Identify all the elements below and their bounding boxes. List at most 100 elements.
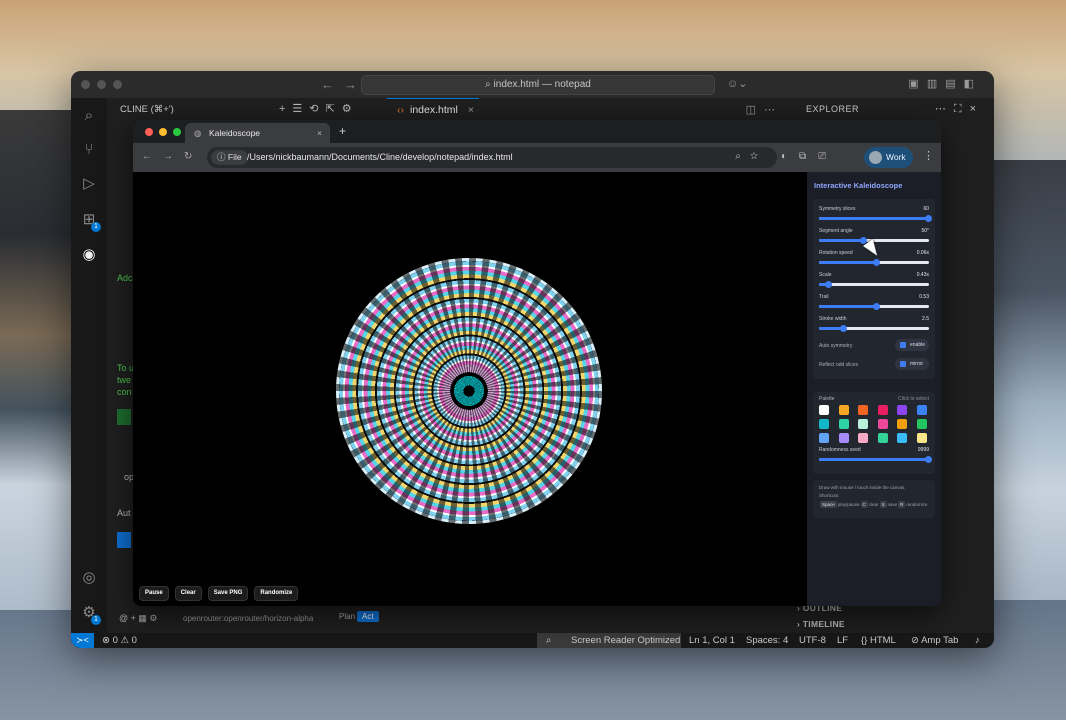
palette-swatch[interactable]	[858, 419, 868, 429]
random-seed-slider[interactable]: Randomness seed 9999	[819, 447, 932, 467]
cline-robot-icon[interactable]: ◉	[79, 245, 99, 265]
slider-track[interactable]	[819, 325, 929, 332]
slider-stroke-width[interactable]: Stroke width 2.5	[819, 316, 929, 336]
slider-symmetry-slices[interactable]: Symmetry slices 60	[819, 206, 932, 226]
source-control-icon[interactable]: ⑂	[79, 140, 99, 160]
slider-thumb[interactable]	[873, 259, 881, 266]
save-png-button[interactable]: Save PNG	[207, 586, 249, 601]
palette-swatch[interactable]	[916, 419, 927, 429]
clear-button[interactable]: Clear	[174, 586, 202, 601]
shortcut-key: S	[879, 501, 887, 508]
palette-swatch[interactable]	[838, 433, 849, 443]
browser-tab-kaleidoscope[interactable]: ◍ Kaleidoscope ×	[185, 123, 330, 143]
slider-thumb[interactable]	[873, 303, 881, 310]
zoom-bookmark-icons[interactable]: ⌕☆	[735, 151, 767, 162]
slider-thumb[interactable]	[924, 215, 932, 222]
remote-icon[interactable]: ≻<	[71, 633, 94, 648]
palette-swatch[interactable]	[877, 433, 888, 443]
slider-track[interactable]	[819, 215, 932, 222]
profile-label: Work	[886, 152, 906, 162]
encoding-status[interactable]: UTF-8	[799, 633, 826, 648]
extension-icons[interactable]: ◐⧉⎚	[781, 151, 838, 162]
command-center[interactable]: ⌕ index.html — notepad	[361, 75, 715, 95]
profile-button[interactable]: Work	[864, 147, 913, 168]
tab-index-html[interactable]: ‹› index.html ×	[387, 98, 479, 120]
layout-icons[interactable]: ▣▥▤◧	[908, 77, 982, 90]
window-controls[interactable]	[81, 80, 122, 89]
reflect-odd-toggle[interactable]: Reflect odd slices mirror	[819, 358, 929, 372]
palette-swatch[interactable]	[897, 405, 907, 415]
palette-swatch[interactable]	[819, 405, 829, 415]
plan-toggle[interactable]: Plan	[335, 611, 359, 622]
activity-bar: ⌕ ⑂ ▷ ⊞ 1 ◉ ◎ ⚙ 1	[71, 98, 107, 633]
gear-icon[interactable]: ⚙ 1	[79, 603, 101, 625]
slider-track[interactable]	[819, 259, 929, 266]
browser-window-controls[interactable]	[145, 128, 181, 136]
extensions-icon[interactable]: ⊞ 1	[79, 210, 101, 232]
pause-button[interactable]: Pause	[139, 586, 169, 601]
palette-swatch[interactable]	[858, 433, 868, 443]
palette-swatch[interactable]	[897, 433, 907, 443]
cline-toolbar-icons[interactable]: +☰⟲⇱⚙	[279, 102, 359, 115]
slider-thumb[interactable]	[824, 281, 832, 288]
shortcut-key: C	[860, 501, 868, 508]
enable-checkbox[interactable]: enable	[895, 339, 929, 351]
mirror-checkbox[interactable]: mirror	[895, 358, 929, 370]
slider-track[interactable]	[819, 303, 929, 310]
account-icon[interactable]: ◎	[79, 568, 99, 588]
act-toggle[interactable]: Act	[357, 611, 379, 622]
palette-swatch[interactable]	[897, 419, 907, 429]
eol-status[interactable]: LF	[837, 633, 848, 648]
problems-status[interactable]: ⊗ 0 ⚠ 0	[102, 633, 137, 648]
palette-swatch[interactable]	[838, 419, 849, 429]
cursor-position[interactable]: Ln 1, Col 1	[689, 633, 735, 648]
run-debug-icon[interactable]: ▷	[79, 174, 99, 194]
auto-symmetry-toggle[interactable]: Auto symmetry enable	[819, 339, 929, 353]
cline-text-fragment-2: To u	[117, 363, 135, 373]
browser-nav-icons[interactable]: ←→↻	[142, 151, 203, 162]
cline-input-bar: @ + ▦ ⚙ openrouter:openrouter/horizon-al…	[107, 607, 387, 629]
auto-approve-button[interactable]	[117, 532, 131, 548]
seed-label: Randomness seed	[819, 447, 861, 453]
palette-swatch[interactable]	[877, 419, 888, 429]
palette-swatch[interactable]	[877, 405, 888, 415]
address-bar[interactable]: ⓘ File /Users/nickbaumann/Documents/Clin…	[207, 147, 777, 168]
close-icon[interactable]: ×	[468, 104, 474, 116]
mention-icons[interactable]: @ + ▦ ⚙	[119, 613, 157, 624]
shortcut-key: Space	[820, 501, 837, 508]
browser-window: ◍ Kaleidoscope × + ←→↻ ⓘ File /Users/nic…	[133, 120, 941, 606]
editor-actions[interactable]: ◫⋯	[746, 103, 783, 116]
palette-swatch[interactable]	[819, 433, 829, 443]
palette-swatch[interactable]	[819, 419, 829, 429]
slider-trail[interactable]: Trail 0.53	[819, 294, 929, 314]
controls-card: Symmetry slices 60 Segment angle 50° Rotatio…	[813, 199, 935, 379]
search-icon[interactable]: ⌕	[79, 106, 99, 126]
language-status[interactable]: {} HTML	[861, 633, 896, 648]
cline-text-fragment-1: Adc	[117, 273, 133, 283]
randomize-button[interactable]: Randomize	[254, 586, 299, 601]
palette-swatch[interactable]	[838, 405, 849, 415]
copilot-icon[interactable]: ☺⌄	[727, 77, 747, 90]
palette-swatch[interactable]	[858, 405, 868, 415]
screen-reader-status[interactable]: Screen Reader Optimized	[571, 633, 680, 648]
approve-button[interactable]	[117, 409, 131, 425]
model-selector[interactable]: openrouter:openrouter/horizon-alpha	[183, 614, 313, 623]
slider-scale[interactable]: Scale 0.43x	[819, 272, 929, 292]
amp-tab-status[interactable]: ⊘ Amp Tab	[911, 633, 958, 648]
palette-swatch[interactable]	[916, 405, 927, 415]
bell-icon[interactable]: ♪	[975, 633, 980, 648]
indent-status[interactable]: Spaces: 4	[746, 633, 788, 648]
more-menu-icon[interactable]: ⋮	[923, 149, 934, 162]
slider-thumb[interactable]	[840, 325, 848, 332]
explorer-actions[interactable]: ⋯⛶×	[935, 102, 984, 116]
slider-fill	[819, 261, 877, 264]
timeline-section[interactable]: › TIMELINE	[797, 619, 845, 629]
file-chip[interactable]: ⓘ File	[211, 150, 248, 165]
new-tab-icon[interactable]: +	[339, 124, 346, 138]
zoom-icon[interactable]: ⌕	[546, 633, 551, 648]
slider-track[interactable]	[819, 281, 929, 288]
palette-swatch[interactable]	[916, 433, 927, 443]
close-icon[interactable]: ×	[317, 123, 322, 143]
slider-value: 2.5	[922, 316, 929, 322]
kaleidoscope-canvas[interactable]: Pause Clear Save PNG Randomize	[133, 172, 807, 606]
